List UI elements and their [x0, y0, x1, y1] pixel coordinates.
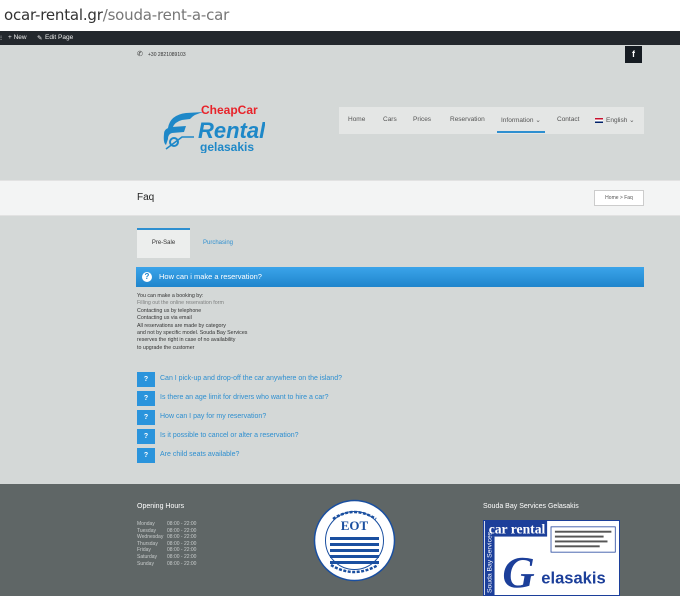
site-header: CheapCar Rental gelasakis Home Cars Pric… — [0, 67, 680, 180]
opening-hours-title: Opening Hours — [137, 503, 185, 510]
company-title: Souda Bay Services Gelasakis — [483, 503, 579, 510]
facebook-icon[interactable]: f — [625, 46, 642, 63]
hours-day: Friday — [137, 547, 151, 554]
hours-day: Monday — [137, 521, 155, 527]
banner-title: car rental — [489, 522, 546, 537]
hours-row: Wednesday 08:00 - 22:00 — [137, 534, 196, 541]
faq-item-text: Can I pick-up and drop-off the car anywh… — [160, 375, 342, 382]
url-path: /souda-rent-a-car — [102, 6, 230, 24]
answer-line: reserves the right in case of no availab… — [137, 337, 236, 344]
hours-day: Saturday — [137, 553, 158, 560]
svg-text:G: G — [502, 547, 534, 596]
url-text[interactable]: ocar-rental.gr/souda-rent-a-car — [4, 6, 229, 24]
hours-time: 08:00 - 22:00 — [167, 534, 197, 541]
nav-item-contact[interactable]: Contact — [557, 116, 579, 123]
hours-time: 08:00 - 22:00 — [167, 521, 197, 527]
faq-answer: You can make a booking by: Filling out t… — [137, 293, 437, 352]
breadcrumb[interactable]: Home > Faq — [594, 190, 644, 206]
hours-time: 08:00 - 22:00 — [167, 560, 197, 567]
answer-line: Contacting us by telephone — [137, 307, 202, 314]
phone-icon: ✆ — [137, 51, 143, 58]
site-footer: Opening Hours Monday 08:00 - 22:00 Tuesda… — [0, 484, 680, 596]
url-host: ocar-rental.gr — [4, 6, 103, 24]
answer-line: All reservations are made by category — [137, 322, 226, 329]
eot-seal: EOT — [313, 499, 396, 582]
tab-pre-sale[interactable]: Pre-Sale — [137, 228, 190, 258]
hours-row: Saturday 08:00 - 22:00 — [137, 554, 196, 561]
hours-day: Sunday — [137, 560, 154, 567]
car-rental-banner: car rental Souda Bay Services G elasakis — [483, 520, 620, 596]
nav-item-reservation[interactable]: Reservation — [450, 116, 485, 123]
eot-text: EOT — [341, 518, 369, 533]
hours-time: 08:00 - 22:00 — [167, 540, 197, 547]
logo-line1: CheapCar — [201, 103, 258, 117]
nav-item-cars[interactable]: Cars — [383, 116, 397, 123]
answer-line: Contacting us via email — [137, 315, 192, 322]
question-icon: ? — [137, 410, 155, 425]
question-icon: ? — [142, 272, 152, 282]
question-icon: ? — [137, 448, 155, 463]
hours-row: Tuesday 08:00 - 22:00 — [137, 528, 196, 535]
faq-section: Pre-Sale Purchasing ? How can i make a r… — [0, 216, 680, 484]
faq-item-text: How can I pay for my reservation? — [160, 413, 267, 420]
hours-time: 08:00 - 22:00 — [167, 527, 197, 534]
question-icon: ? — [137, 372, 155, 387]
answer-line: Filling out the online reservation form — [137, 300, 224, 307]
nav-item-prices[interactable]: Prices — [413, 116, 431, 123]
phone-number: +30 2821089103 — [148, 52, 186, 58]
faq-item-text: Is it possible to cancel or alter a rese… — [160, 432, 299, 439]
hours-day: Wednesday — [137, 534, 164, 541]
opening-hours-list: Monday 08:00 - 22:00 Tuesday 08:00 - 22:00… — [137, 521, 196, 567]
hours-day: Thursday — [137, 540, 158, 547]
banner-brand: elasakis — [541, 568, 605, 587]
hours-row: Thursday 08:00 - 22:00 — [137, 541, 196, 548]
site-topbar: ✆ +30 2821089103 f — [0, 45, 680, 67]
hours-row: Sunday 08:00 - 22:00 — [137, 561, 196, 568]
answer-line: to upgrade the customer — [137, 344, 195, 351]
question-icon: ? — [137, 429, 155, 444]
page-title: Faq — [137, 192, 155, 203]
browser-address-bar[interactable]: ocar-rental.gr/souda-rent-a-car — [0, 0, 680, 30]
phone-info[interactable]: ✆ +30 2821089103 — [137, 51, 186, 58]
logo-line3: gelasakis — [200, 140, 254, 153]
hours-row: Friday 08:00 - 22:00 — [137, 547, 196, 554]
page-title-bar: Faq Home > Faq — [0, 180, 680, 216]
hours-time: 08:00 - 22:00 — [167, 547, 197, 554]
answer-line: and not by specific model. Souda Bay Ser… — [137, 329, 248, 336]
admin-new-button[interactable]: + New — [8, 34, 27, 41]
hours-time: 08:00 - 22:00 — [167, 553, 197, 560]
faq-open-question[interactable]: ? How can i make a reservation? — [136, 267, 644, 287]
nav-item-language[interactable]: English ⌄ — [606, 116, 635, 124]
admin-bar: ⁝ + New ✎ Edit Page — [0, 31, 680, 45]
tab-purchasing[interactable]: Purchasing — [203, 228, 263, 258]
admin-logo-icon[interactable]: ⁝ — [0, 34, 2, 42]
site-logo[interactable]: CheapCar Rental gelasakis — [160, 101, 265, 153]
admin-edit-page-button[interactable]: Edit Page — [45, 34, 73, 41]
uk-flag-icon — [595, 118, 603, 123]
faq-item-text: Is there an age limit for drivers who wa… — [160, 394, 329, 401]
banner-side: Souda Bay Services — [487, 531, 494, 593]
question-icon: ? — [137, 391, 155, 406]
main-nav: Home Cars Prices Reservation Information… — [339, 107, 644, 134]
nav-item-home[interactable]: Home — [348, 116, 365, 123]
faq-open-question-text: How can i make a reservation? — [159, 272, 262, 281]
faq-item-text: Are child seats available? — [160, 451, 240, 458]
nav-item-information[interactable]: Information ⌄ — [497, 116, 545, 133]
pencil-icon: ✎ — [37, 35, 43, 42]
answer-line: You can make a booking by: — [137, 293, 204, 299]
hours-day: Tuesday — [137, 527, 156, 534]
hours-row: Monday 08:00 - 22:00 — [137, 521, 196, 528]
